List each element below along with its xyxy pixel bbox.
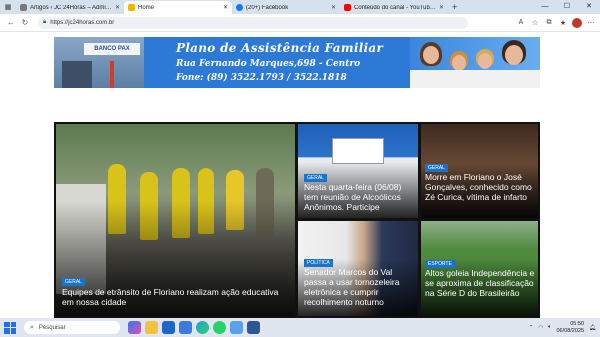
news-headline[interactable]: Senador Marcos do Val passa a usar torno… — [304, 267, 416, 307]
storefront-image: BANCO PAX — [54, 37, 144, 88]
address-bar-row: ← ↻ 🔒︎ https://jc24horas.com.br A ☆ ⧉ ★ … — [0, 14, 600, 32]
volume-icon[interactable]: 🔈︎ — [548, 324, 551, 331]
file-explorer-icon[interactable] — [145, 321, 158, 334]
search-placeholder: Pesquisar — [38, 324, 66, 331]
tab-label: Home — [138, 4, 155, 11]
word-icon[interactable] — [247, 321, 260, 334]
wifi-icon[interactable]: ◠ — [538, 325, 543, 331]
clock[interactable]: 05:50 06/08/2025 — [556, 321, 584, 335]
banner-phone: Fone: (89) 3522.1793 / 3522.1818 — [176, 73, 347, 83]
category-badge[interactable]: Geral — [62, 278, 85, 286]
shop-sign: BANCO PAX — [84, 43, 140, 55]
category-badge[interactable]: Geral — [304, 174, 327, 182]
system-tray: ⌃ ◠ 🔈︎ 05:50 06/08/2025 🔔︎ — [529, 321, 596, 335]
edge-icon[interactable] — [196, 321, 209, 334]
news-card[interactable]: Esporte Altos goleia Independência e se … — [421, 221, 538, 316]
close-tab-icon[interactable]: ✕ — [223, 4, 228, 11]
more-menu-icon[interactable]: ⋯ — [586, 19, 596, 27]
taskbar-search[interactable]: ⌕ Pesquisar — [24, 321, 120, 334]
close-tab-icon[interactable]: ✕ — [115, 4, 120, 11]
new-tab-button[interactable]: + — [452, 1, 457, 14]
outlook-icon[interactable] — [162, 321, 175, 334]
category-badge[interactable]: Política — [304, 259, 333, 267]
category-badge[interactable]: Esporte — [425, 260, 455, 268]
minimize-button[interactable]: — — [534, 0, 556, 14]
tab-label: Artigos ‹ JC 24Horas – Administrar — [30, 4, 112, 11]
chevron-up-icon[interactable]: ⌃ — [529, 325, 534, 331]
store-icon[interactable] — [179, 321, 192, 334]
news-card[interactable]: Geral Nesta quarta-feira (06/08) tem reu… — [298, 124, 418, 218]
banner-address: Rua Fernando Marques,698 - Centro — [176, 59, 361, 69]
clock-time: 05:50 — [570, 320, 585, 327]
browser-toolbar: A ☆ ⧉ ★ ⋯ — [516, 17, 596, 28]
tab-artigos[interactable]: Artigos ‹ JC 24Horas – Administrar ✕ — [16, 1, 124, 14]
tab-home[interactable]: Home ✕ — [124, 1, 232, 14]
banner-title: Plano de Assistência Familiar — [176, 41, 384, 55]
tab-label: (20+) Facebook — [246, 4, 289, 11]
facebook-icon — [236, 4, 243, 11]
search-icon: ⌕ — [30, 323, 34, 331]
shop-post — [110, 61, 114, 88]
window-controls: — ☐ ✕ — [534, 0, 600, 14]
windows-taskbar: ⌕ Pesquisar ⌃ ◠ 🔈︎ 05:50 06/08/2025 🔔︎ — [0, 318, 600, 337]
news-headline[interactable]: Altos goleia Independência e se aproxima… — [425, 268, 535, 298]
copilot-icon[interactable] — [128, 321, 141, 334]
url-text: https://jc24horas.com.br — [50, 19, 115, 26]
category-badge[interactable]: Geral — [425, 164, 448, 172]
favorite-star-icon[interactable]: ☆ — [530, 19, 540, 27]
notification-bell-icon[interactable]: 🔔︎ — [589, 325, 596, 331]
whatsapp-icon[interactable] — [213, 321, 226, 334]
favorites-icon[interactable]: ★ — [558, 19, 568, 27]
tab-favicon-icon — [128, 4, 135, 11]
tab-youtube-studio[interactable]: Conteúdo do canal - YouTube Studio ✕ — [340, 1, 448, 14]
ad-banner[interactable]: BANCO PAX Plano de Assistência Familiar … — [54, 37, 540, 88]
collections-icon[interactable]: ⧉ — [544, 19, 554, 27]
clock-date: 06/08/2025 — [556, 327, 585, 334]
tab-label: Conteúdo do canal - YouTube Studio — [354, 4, 436, 11]
close-tab-icon[interactable]: ✕ — [439, 4, 444, 11]
browser-menu-icon[interactable]: ▦ — [0, 0, 16, 14]
close-tab-icon[interactable]: ✕ — [331, 4, 336, 11]
news-headline[interactable]: Nesta quarta-feira (06/08) tem reunião d… — [304, 182, 416, 212]
tab-facebook[interactable]: (20+) Facebook ✕ — [232, 1, 340, 14]
news-card[interactable]: Geral Morre em Floriano o José Gonçalves… — [421, 124, 538, 218]
family-photo — [410, 37, 540, 88]
web-page: BANCO PAX Plano de Assistência Familiar … — [0, 32, 600, 318]
shop-door — [62, 61, 92, 88]
close-window-button[interactable]: ✕ — [578, 0, 600, 14]
url-field[interactable]: 🔒︎ https://jc24horas.com.br — [38, 16, 468, 29]
profile-avatar[interactable] — [572, 17, 582, 28]
photos-icon[interactable] — [230, 321, 243, 334]
youtube-icon — [344, 4, 351, 11]
maximize-button[interactable]: ☐ — [556, 0, 578, 14]
news-headline[interactable]: Equipes de etrânsito de Floriano realiza… — [62, 287, 292, 307]
tab-favicon-icon — [20, 4, 27, 11]
news-grid: Geral Equipes de etrânsito de Floriano r… — [54, 122, 540, 318]
browser-tab-strip: ▦ Artigos ‹ JC 24Horas – Administrar ✕ H… — [0, 0, 600, 14]
news-card[interactable]: Política Senador Marcos do Val passa a u… — [298, 221, 418, 316]
news-card-featured[interactable]: Geral Equipes de etrânsito de Floriano r… — [56, 124, 295, 316]
news-headline[interactable]: Morre em Floriano o José Gonçalves, conh… — [425, 172, 535, 202]
reload-icon[interactable]: ↻ — [18, 18, 32, 27]
read-aloud-icon[interactable]: A — [516, 19, 526, 26]
taskbar-apps — [128, 321, 260, 334]
windows-start-icon[interactable] — [4, 321, 16, 334]
lock-icon: 🔒︎ — [43, 19, 47, 25]
back-icon[interactable]: ← — [4, 18, 18, 27]
